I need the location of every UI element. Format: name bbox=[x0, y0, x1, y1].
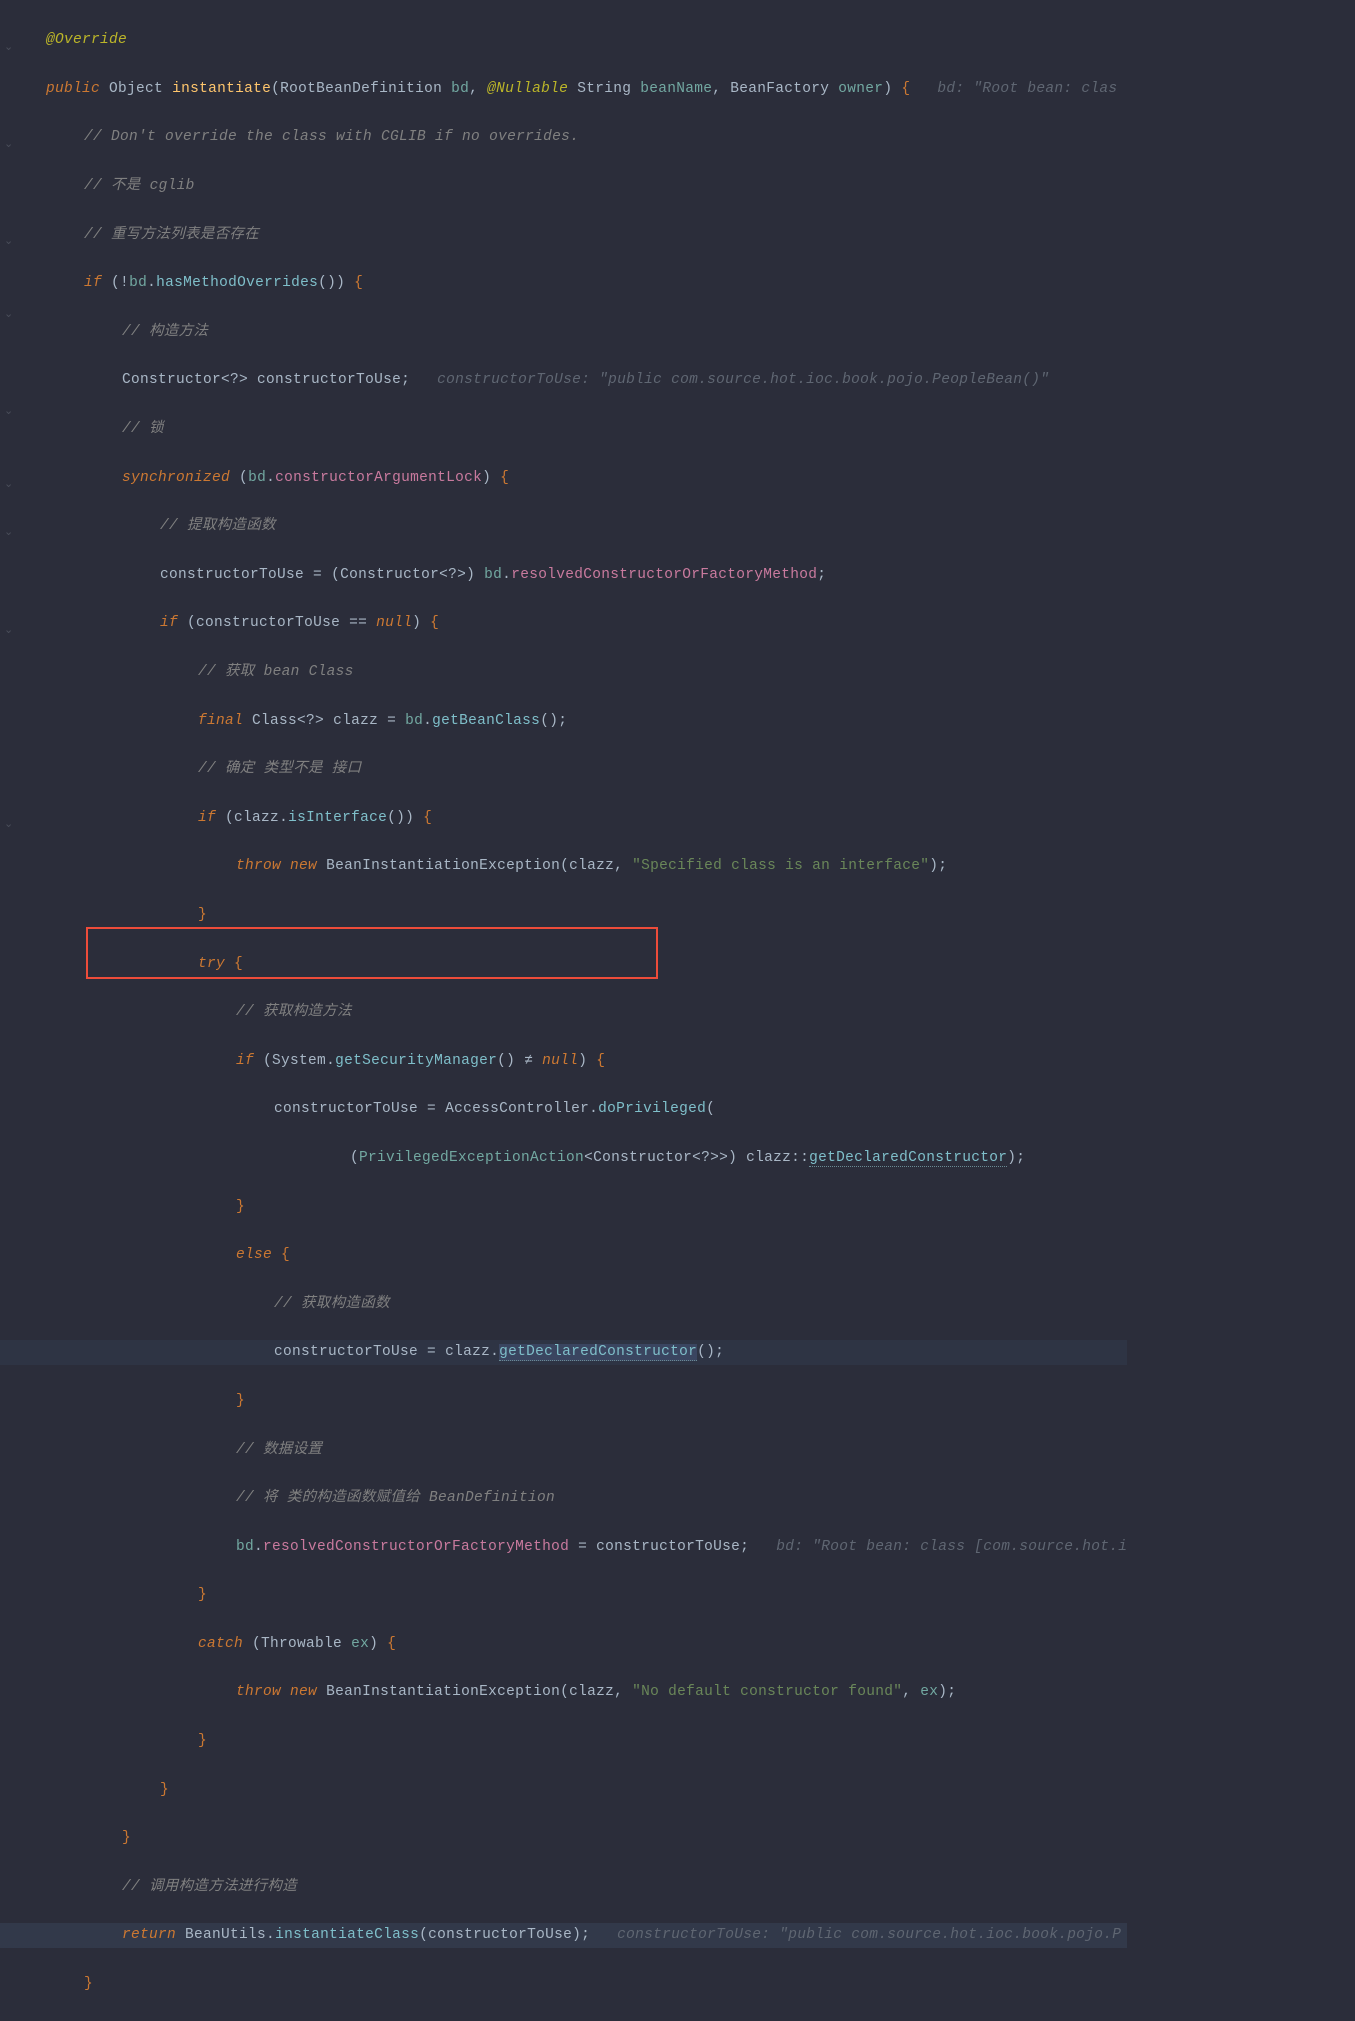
inlay-hint: bd: "Root bean: class [com.source.hot.i bbox=[776, 1539, 1127, 1555]
comment: // 构造方法 bbox=[122, 324, 208, 340]
comment: // 数据设置 bbox=[236, 1442, 322, 1458]
comment: // 获取构造方法 bbox=[236, 1004, 352, 1020]
comment: // 调用构造方法进行构造 bbox=[122, 1879, 297, 1895]
comment: // 重写方法列表是否存在 bbox=[84, 227, 259, 243]
comment: // 确定 类型不是 接口 bbox=[198, 761, 361, 777]
inlay-hint: bd: "Root bean: clas bbox=[937, 81, 1117, 97]
comment: // 获取构造函数 bbox=[274, 1296, 390, 1312]
annotation-override: @Override bbox=[46, 32, 127, 48]
comment: // 提取构造函数 bbox=[160, 518, 276, 534]
comment: // 锁 bbox=[122, 421, 164, 437]
comment: // 将 类的构造函数赋值给 BeanDefinition bbox=[236, 1490, 555, 1506]
inlay-hint: constructorToUse: "public com.source.hot… bbox=[617, 1927, 1121, 1943]
code-editor[interactable]: @Override public Object instantiate(Root… bbox=[0, 4, 1127, 2021]
method-instantiate: instantiate bbox=[172, 81, 271, 97]
inlay-hint: constructorToUse: "public com.source.hot… bbox=[437, 372, 1049, 388]
comment: // 获取 bean Class bbox=[198, 664, 354, 680]
comment: // Don't override the class with CGLIB i… bbox=[84, 129, 579, 145]
comment: // 不是 cglib bbox=[84, 178, 195, 194]
